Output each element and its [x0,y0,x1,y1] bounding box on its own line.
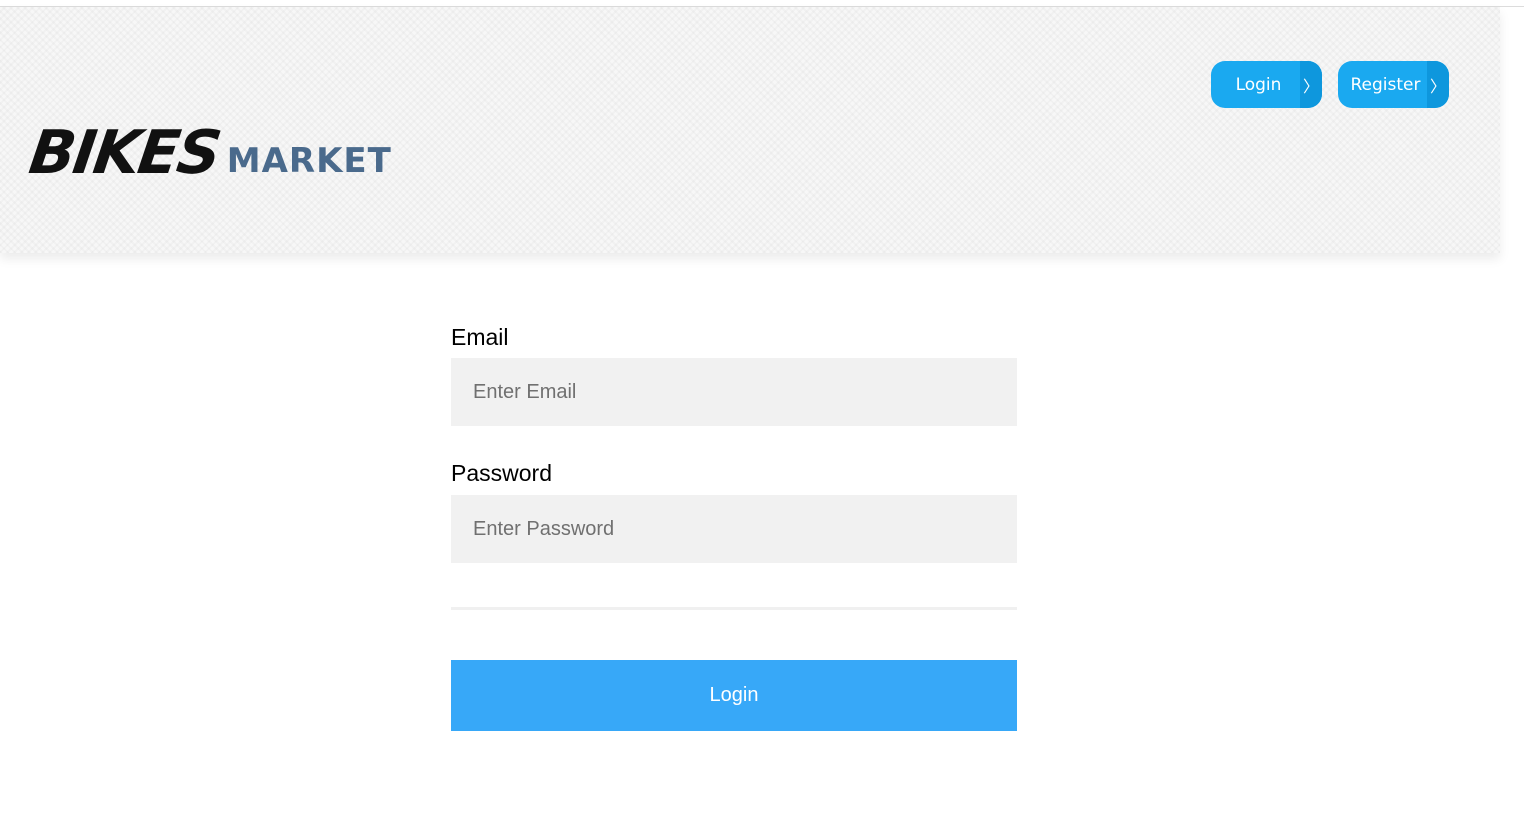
chevron-right-icon: 〉 [1427,61,1449,108]
email-field[interactable] [451,358,1017,426]
header-login-label: Login [1235,74,1282,95]
password-label: Password [451,460,552,486]
site-header: BIKES MARKET Login 〉 Register 〉 [0,7,1500,253]
header-register-button[interactable]: Register 〉 [1338,61,1449,108]
logo-wordmark-primary: BIKES [25,118,224,188]
header-register-label: Register [1350,74,1421,95]
logo-wordmark-secondary: MARKET [226,141,392,181]
site-logo[interactable]: BIKES MARKET [25,118,392,188]
email-label: Email [451,324,509,350]
form-divider [451,607,1017,610]
password-field[interactable] [451,495,1017,563]
login-submit-button[interactable]: Login [451,660,1017,731]
chevron-right-icon: 〉 [1300,61,1322,108]
header-login-button[interactable]: Login 〉 [1211,61,1322,108]
